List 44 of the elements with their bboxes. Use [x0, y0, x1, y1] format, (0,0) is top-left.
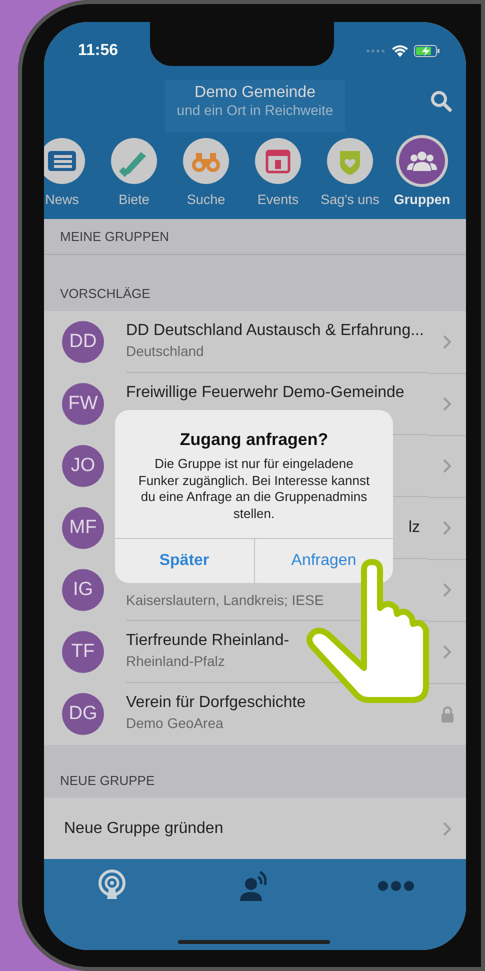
group-avatar: MF [62, 507, 104, 550]
chevron-icon [443, 458, 451, 473]
search-icon[interactable] [430, 90, 452, 112]
group-avatar: FW [62, 383, 104, 426]
chevron-icon [443, 644, 451, 659]
section-header: MEINE GRUPPEN [59, 228, 170, 246]
group-title: Tierfreunde Rheinland- [126, 632, 290, 650]
lock-icon [440, 706, 454, 723]
group-title: Freiwillige Feuerwehr Demo-Gemeinde [126, 384, 406, 402]
group-location: Demo GeoArea [126, 715, 224, 732]
chevron-icon [443, 582, 451, 597]
group-title: DD Deutschland Austausch & Erfahrung... [126, 322, 425, 340]
wifi-icon [392, 45, 408, 57]
chevron-icon [443, 334, 451, 349]
group-row[interactable]: DG Verein für Dorfgeschichte Demo GeoArea [44, 683, 466, 746]
chevron-icon [443, 520, 451, 535]
category-tab[interactable]: Sag's uns [317, 138, 383, 207]
battery-icon [414, 45, 440, 57]
dialog-message: Die Gruppe ist nur für eingeladene Funker zugänglich. Bei Interesse kannst du eine Anfrage an die Gruppenadmins stellen. [137, 455, 371, 522]
category-tab[interactable]: Suche [173, 138, 239, 207]
group-avatar: DD [62, 321, 104, 364]
group-location: Kaiserslautern, Landkreis; IESE [126, 592, 325, 608]
section-header: VORSCHLÄGE [59, 285, 152, 304]
cell-signal-icon [366, 49, 386, 53]
new-group-row[interactable]: Neue Gruppe gründen [44, 798, 466, 860]
category-tab[interactable]: Biete [101, 138, 167, 207]
group-title: Verein für Dorfgeschichte [126, 694, 307, 712]
status-time: 11:56 [78, 42, 118, 60]
section-header: NEUE GRUPPE [59, 772, 156, 790]
chevron-icon [443, 822, 451, 836]
group-row[interactable]: DD DD Deutschland Austausch & Erfahrung... Deutschland [44, 311, 466, 374]
group-location: Rheinland-Pfalz [126, 653, 226, 670]
group-location: Deutschland [126, 343, 205, 360]
community-title: Demo Gemeinde [194, 84, 316, 102]
group-avatar: DG [62, 693, 104, 736]
category-tab[interactable]: Events [245, 138, 311, 207]
more-icon [378, 881, 414, 892]
group-avatar: JO [62, 445, 104, 488]
group-avatar: IG [62, 569, 104, 612]
community-subtitle: und ein Ort in Reichweite [176, 102, 334, 118]
chevron-icon [443, 396, 451, 411]
group-title: lz [407, 518, 421, 537]
category-tab[interactable]: Gruppen [389, 138, 455, 207]
group-avatar: TF [62, 631, 104, 674]
